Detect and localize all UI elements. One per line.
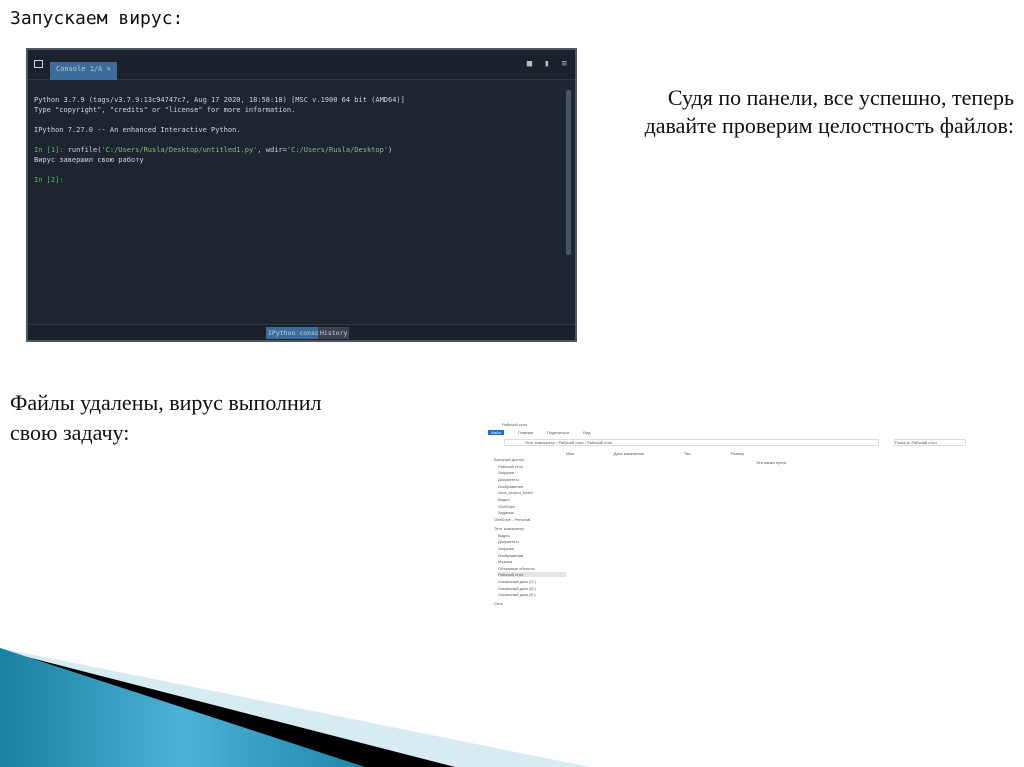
console-command: In [1]: runfile('C:/Users/Rusla/Desktop/… (34, 146, 393, 154)
explorer-nav-item: Локальный диск (E:) (498, 592, 536, 597)
console-line: Python 3.7.9 (tags/v3.7.9:13c94747c7, Au… (34, 96, 405, 104)
slide-heading: Запускаем вирус: (10, 8, 184, 29)
explorer-nav-item: Локальный диск (D:) (498, 586, 536, 591)
stop-icon: ■ (526, 59, 533, 69)
explorer-nav-item: OneDrive (498, 504, 515, 509)
explorer-nav-item: Видео (498, 533, 510, 538)
explorer-nav-item: Этот компьютер (494, 526, 524, 531)
explorer-nav-item: Музыка (498, 559, 513, 564)
explorer-nav-item: Сеть (494, 601, 503, 606)
console-line: Type "copyright", "credits" or "license"… (34, 106, 296, 114)
explorer-nav-item: Загрузки (498, 470, 515, 475)
ipython-console-screenshot: Console 1/A × ■ ▮ ≡ Python 3.7.9 (tags/v3.… (26, 48, 577, 342)
explorer-nav-item: Видео (498, 497, 510, 502)
explorer-nav-item: Документы (498, 539, 519, 544)
right-caption: Судя по панели, все успешно, теперь давай… (644, 85, 1014, 138)
explorer-nav-item: Задания (498, 510, 514, 515)
file-explorer-screenshot: Рабочий стол Файл Главная Поделиться Вид Эт… (484, 420, 970, 710)
menu-icon: ≡ (561, 59, 567, 69)
page-icon: ▮ (544, 59, 550, 69)
console-output: Вирус завершил свою работу (34, 156, 144, 164)
explorer-nav-item: Изображения (498, 484, 524, 489)
tab-history: History (318, 327, 350, 339)
explorer-nav-item: virus_project_folder (498, 490, 533, 495)
explorer-nav-item: Рабочий стол (498, 464, 524, 469)
explorer-nav-item: Рабочий стол (498, 572, 566, 577)
explorer-nav-item: Быстрый доступ (494, 457, 525, 462)
window-icon (34, 60, 43, 68)
explorer-nav-item: Документы (498, 477, 519, 482)
explorer-nav-item: Объемные объекты (498, 566, 535, 571)
explorer-nav-item: Изображения (498, 553, 524, 558)
left-caption: Файлы удалены, вирус выполнил свою задачу… (10, 390, 322, 445)
explorer-nav-item: Загрузки (498, 546, 515, 551)
explorer-nav-item: OneDrive - Personal (494, 517, 531, 522)
console-tab: Console 1/A × (50, 62, 117, 80)
console-prompt: In [2]: (34, 176, 64, 184)
console-line: IPython 7.27.0 -- An enhanced Interactiv… (34, 126, 241, 134)
console-line: ​ (34, 115, 569, 125)
explorer-nav-item: Локальный диск (C:) (498, 579, 536, 584)
